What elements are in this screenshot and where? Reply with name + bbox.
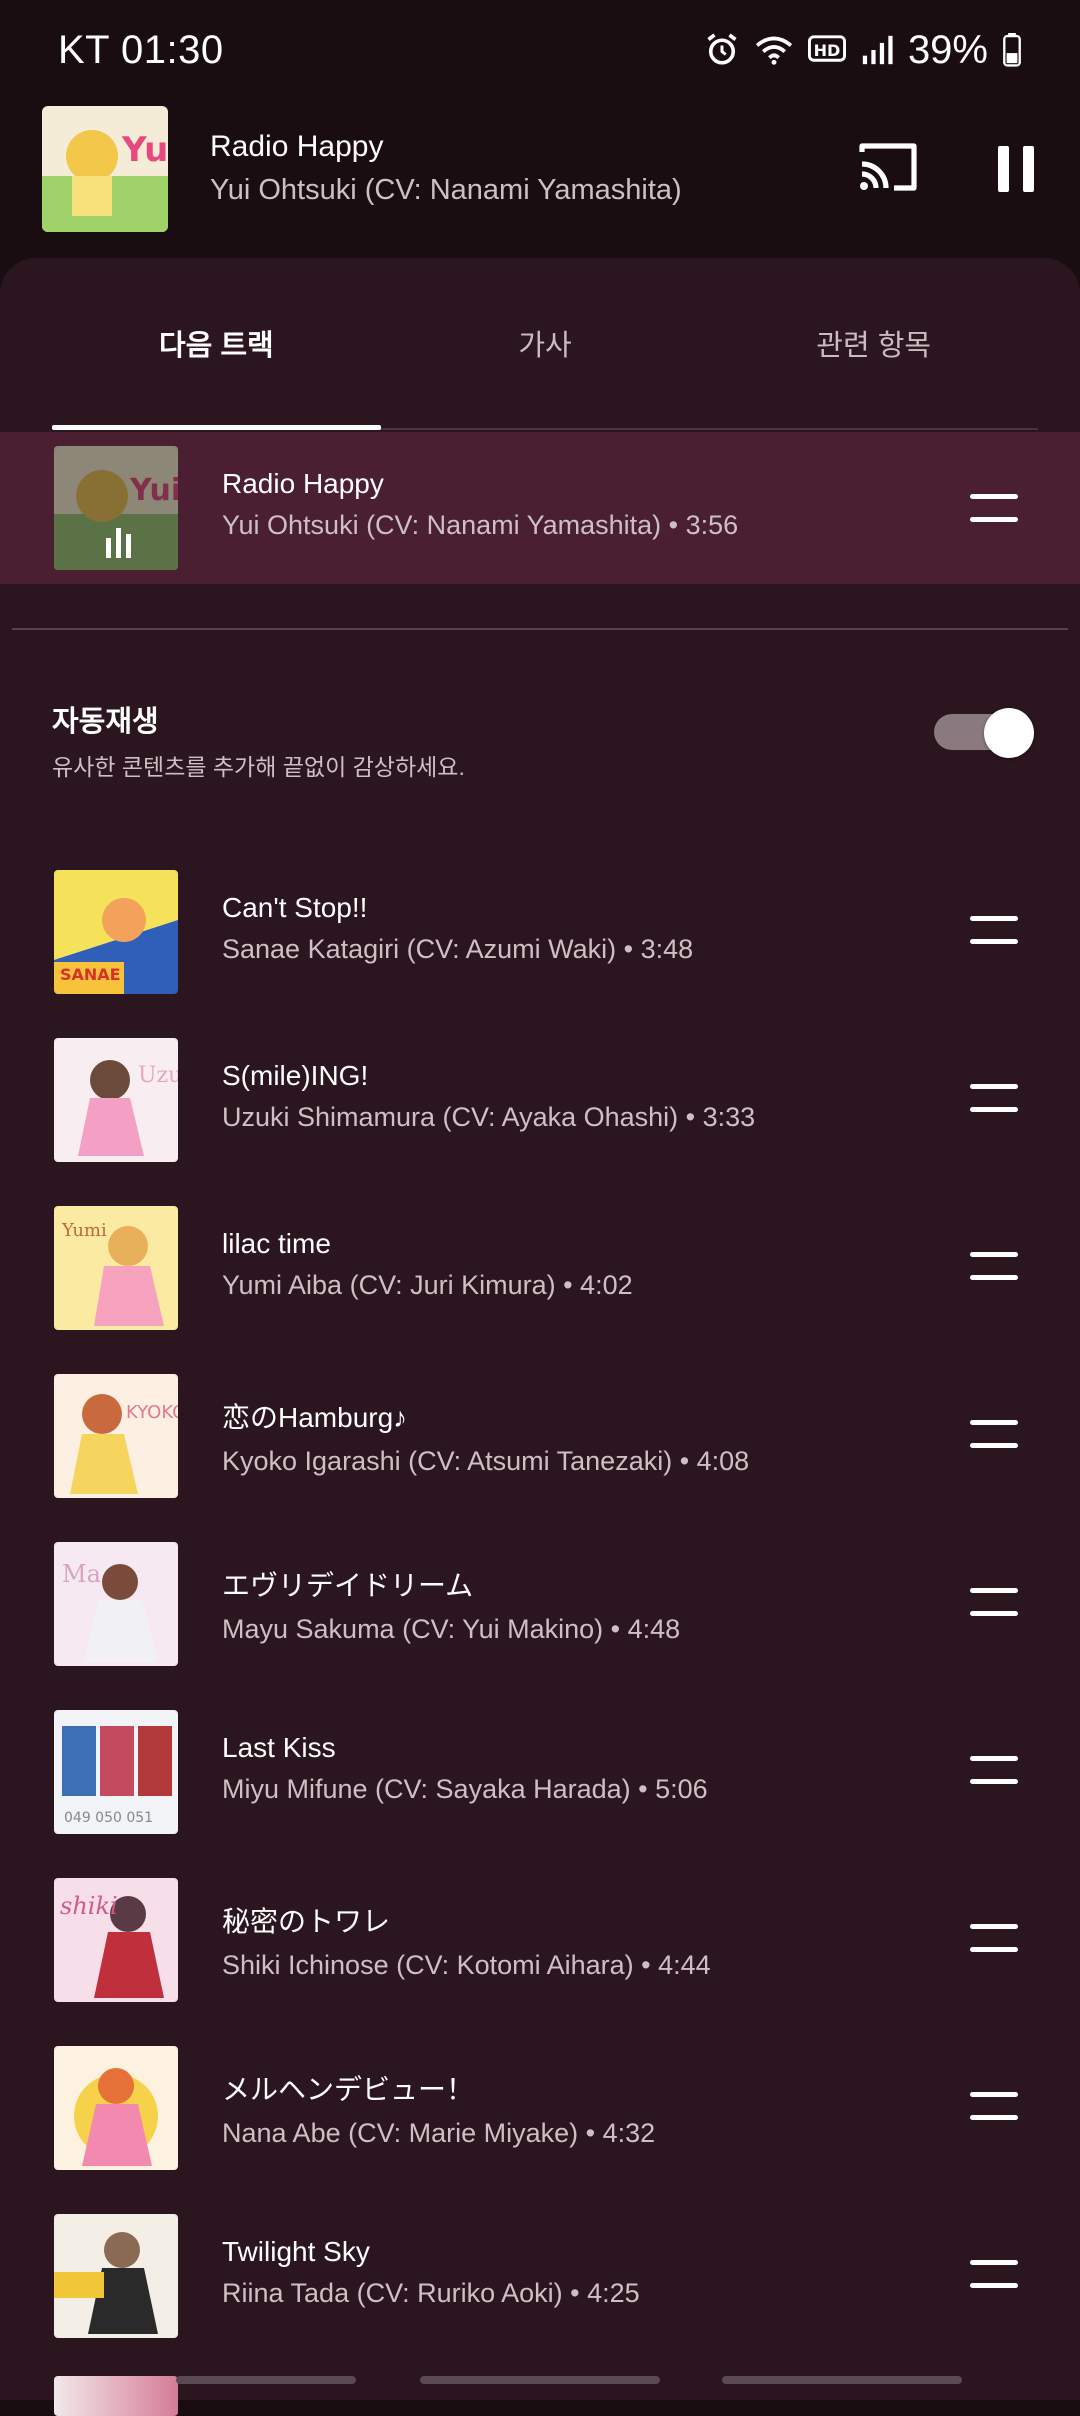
battery-percent: 39% [907,27,988,72]
track-text: Twilight Sky Riina Tada (CV: Ruriko Aoki… [222,2236,640,2309]
album-art: Uzu [54,1038,178,1162]
track-title: 秘密のトワレ [222,1906,391,1937]
track-title: Last Kiss [222,1732,336,1763]
track-subtitle: Shiki Ichinose (CV: Kotomi Aihara) • 4:4… [222,1950,711,1980]
pause-button[interactable] [996,144,1036,194]
queue-sheet: 다음 트랙 가사 관련 항목 Yui Radio Happy Yui Ohtsu… [0,258,1080,2400]
track-text: Can't Stop!! Sanae Katagiri (CV: Azumi W… [222,892,693,965]
queue-item[interactable]: Ma エヴリデイドリーム Mayu Sakuma (CV: Yui Makino… [0,1520,1080,1688]
svg-text:shiki: shiki [60,1892,118,1920]
alarm-icon [707,33,737,65]
svg-text:049 050 051: 049 050 051 [64,1810,153,1826]
battery-icon [1003,33,1021,67]
drag-handle[interactable] [970,1080,1018,1116]
svg-text:SANAE: SANAE [60,965,121,984]
track-subtitle: Sanae Katagiri (CV: Azumi Waki) • 3:48 [222,934,694,964]
album-art: Yumi [54,1206,178,1330]
now-playing-text: Radio Happy Yui Ohtsuki (CV: Nanami Yama… [222,468,738,541]
queue-item[interactable]: Twilight Sky Riina Tada (CV: Ruriko Aoki… [0,2192,1080,2360]
mini-player-album-art: Yui [42,106,168,232]
album-art: Ma [54,1542,178,1666]
track-title: Can't Stop!! [222,892,368,923]
svg-text:Yumi: Yumi [61,1220,107,1241]
mini-player[interactable]: Yui Radio Happy Yui Ohtsuki (CV: Nanami … [0,100,1080,260]
album-art: KYOKO [54,1374,178,1498]
carrier-time: KT 01:30 [58,27,224,72]
track-title: Twilight Sky [222,2236,370,2267]
mini-player-artist: Yui Ohtsuki (CV: Nanami Yamashita) [210,174,682,206]
pause-icon [998,146,1034,192]
svg-text:Yui: Yui [121,130,168,170]
mini-player-text: Radio Happy Yui Ohtsuki (CV: Nanami Yama… [210,130,682,207]
drag-handle[interactable] [970,1416,1018,1452]
queue-item[interactable]: KYOKO 恋のHamburg♪ Kyoko Igarashi (CV: Ats… [0,1352,1080,1520]
cast-icon [859,143,917,191]
tab-related[interactable]: 관련 항목 [709,258,1038,428]
track-subtitle: Yumi Aiba (CV: Juri Kimura) • 4:02 [222,1270,633,1300]
status-icons: HD 39% [704,28,1022,73]
now-playing-album-art: Yui [54,446,178,570]
track-subtitle: Riina Tada (CV: Ruriko Aoki) • 4:25 [222,2278,640,2308]
autoplay-section: 자동재생 유사한 콘텐츠를 추가해 끝없이 감상하세요. [52,698,1034,780]
status-bar: KT 01:30 HD 39% [0,0,1080,100]
album-art: shiki [54,1878,178,2002]
track-title: メルヘンデビュー！ [222,2074,475,2105]
now-playing-row[interactable]: Yui Radio Happy Yui Ohtsuki (CV: Nanami … [0,432,1080,584]
autoplay-title: 자동재생 [52,706,159,738]
drag-handle[interactable] [970,2088,1018,2124]
queue-item[interactable]: Yumi lilac time Yumi Aiba (CV: Juri Kimu… [0,1184,1080,1352]
mini-player-title: Radio Happy [210,130,384,163]
wifi-icon [755,36,793,65]
track-text: 恋のHamburg♪ Kyoko Igarashi (CV: Atsumi Ta… [222,1396,749,1477]
track-text: エヴリデイドリーム Mayu Sakuma (CV: Yui Makino) •… [222,1564,680,1645]
track-title: エヴリデイドリーム [222,1570,474,1601]
album-art: 049 050 051 [54,1710,178,1834]
bottom-indicator [0,2376,1080,2388]
track-subtitle: Miyu Mifune (CV: Sayaka Harada) • 5:06 [222,1774,708,1804]
svg-text:Ma: Ma [62,1560,101,1588]
album-art [54,2046,178,2170]
svg-text:KYOKO: KYOKO [126,1402,178,1423]
now-playing-subtitle: Yui Ohtsuki (CV: Nanami Yamashita) • 3:5… [222,510,739,540]
track-text: メルヘンデビュー！ Nana Abe (CV: Marie Miyake) • … [222,2068,655,2149]
now-playing-title: Radio Happy [222,468,384,499]
queue-item[interactable]: SANAE Can't Stop!! Sanae Katagiri (CV: A… [0,848,1080,1016]
track-title: 恋のHamburg♪ [222,1402,408,1433]
autoplay-description: 유사한 콘텐츠를 추가해 끝없이 감상하세요. [52,754,465,780]
tab-bar: 다음 트랙 가사 관련 항목 [52,258,1038,430]
track-title: lilac time [222,1228,331,1259]
drag-handle[interactable] [970,1248,1018,1284]
svg-text:HD: HD [814,41,841,60]
track-text: 秘密のトワレ Shiki Ichinose (CV: Kotomi Aihara… [222,1900,711,1981]
cast-button[interactable] [856,140,920,194]
drag-handle[interactable] [970,1584,1018,1620]
queue-item[interactable]: 049 050 051 Last Kiss Miyu Mifune (CV: S… [0,1688,1080,1856]
queue-item[interactable]: メルヘンデビュー！ Nana Abe (CV: Marie Miyake) • … [0,2024,1080,2192]
signal-icon [862,35,893,65]
hd-voice-icon: HD [807,35,846,62]
tab-up-next[interactable]: 다음 트랙 [52,258,381,430]
track-subtitle: Kyoko Igarashi (CV: Atsumi Tanezaki) • 4… [222,1446,750,1476]
album-art [54,2214,178,2338]
divider [12,628,1068,630]
track-subtitle: Nana Abe (CV: Marie Miyake) • 4:32 [222,2118,656,2148]
queue-item[interactable]: shiki 秘密のトワレ Shiki Ichinose (CV: Kotomi … [0,1856,1080,2024]
tab-lyrics[interactable]: 가사 [381,258,710,428]
track-title: S(mile)ING! [222,1060,369,1091]
track-subtitle: Uzuki Shimamura (CV: Ayaka Ohashi) • 3:3… [222,1102,756,1132]
track-subtitle: Mayu Sakuma (CV: Yui Makino) • 4:48 [222,1614,681,1644]
album-art: SANAE [54,870,178,994]
queue-item[interactable]: Uzu S(mile)ING! Uzuki Shimamura (CV: Aya… [0,1016,1080,1184]
drag-handle[interactable] [970,1752,1018,1788]
drag-handle[interactable] [970,912,1018,948]
drag-handle[interactable] [970,2256,1018,2292]
drag-handle[interactable] [970,490,1018,526]
drag-handle[interactable] [970,1920,1018,1956]
svg-text:Uzu: Uzu [138,1063,178,1088]
track-text: lilac time Yumi Aiba (CV: Juri Kimura) •… [222,1228,633,1301]
autoplay-toggle[interactable] [934,708,1034,758]
track-text: Last Kiss Miyu Mifune (CV: Sayaka Harada… [222,1732,708,1805]
track-text: S(mile)ING! Uzuki Shimamura (CV: Ayaka O… [222,1060,755,1133]
